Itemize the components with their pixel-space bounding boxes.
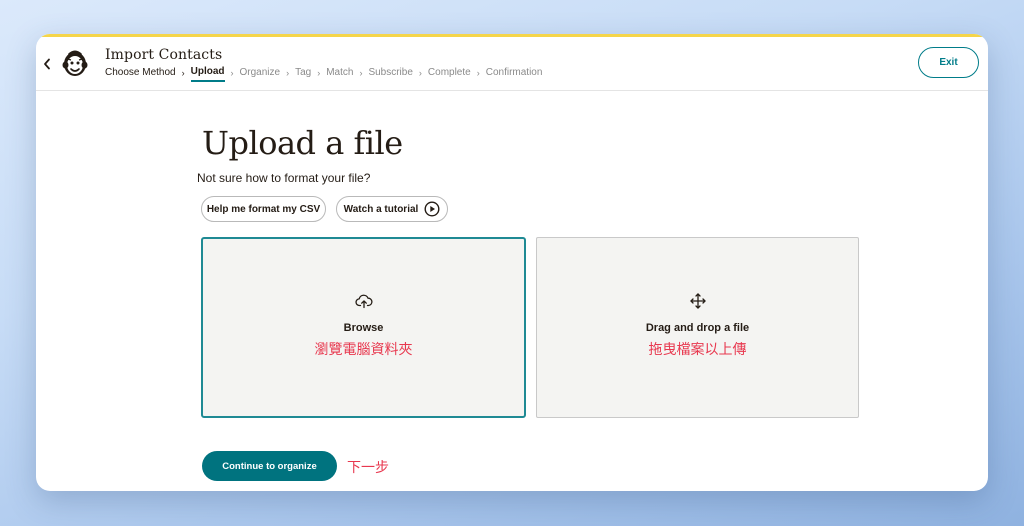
chevron-right-icon: › bbox=[230, 67, 234, 78]
browse-file-card[interactable]: Browse 瀏覽電腦資料夾 bbox=[201, 237, 526, 418]
cloud-upload-icon bbox=[354, 294, 373, 309]
page-header: Import Contacts Choose Method › Upload ›… bbox=[36, 37, 988, 91]
step-upload[interactable]: Upload bbox=[190, 66, 225, 82]
step-tag: Tag bbox=[295, 67, 312, 78]
chevron-right-icon: › bbox=[286, 67, 290, 78]
help-format-csv-label: Help me format my CSV bbox=[206, 203, 321, 215]
watch-tutorial-label: Watch a tutorial bbox=[343, 203, 419, 215]
continue-to-organize-button[interactable]: Continue to organize bbox=[202, 451, 337, 481]
chevron-left-icon bbox=[44, 58, 50, 70]
back-button[interactable] bbox=[38, 53, 56, 75]
breadcrumb: Choose Method › Upload › Organize › Tag … bbox=[105, 66, 542, 82]
chevron-right-icon: › bbox=[476, 67, 480, 78]
page-title: Import Contacts bbox=[105, 47, 223, 63]
chevron-right-icon: › bbox=[359, 67, 363, 78]
play-circle-icon bbox=[424, 201, 440, 217]
drag-drop-annotation: 拖曳檔案以上傳 bbox=[648, 342, 747, 358]
chevron-right-icon: › bbox=[181, 67, 185, 78]
step-match: Match bbox=[326, 67, 354, 78]
step-complete: Complete bbox=[427, 67, 471, 78]
step-choose-method[interactable]: Choose Method bbox=[105, 67, 176, 81]
import-window: Import Contacts Choose Method › Upload ›… bbox=[36, 34, 988, 491]
format-help-text: Not sure how to format your file? bbox=[197, 171, 371, 185]
chevron-right-icon: › bbox=[418, 67, 422, 78]
drag-drop-label: Drag and drop a file bbox=[645, 322, 750, 334]
step-organize: Organize bbox=[239, 67, 281, 78]
browse-label: Browse bbox=[343, 322, 384, 334]
browse-annotation: 瀏覽電腦資料夾 bbox=[314, 342, 413, 358]
step-confirmation: Confirmation bbox=[485, 67, 543, 78]
help-format-csv-button[interactable]: Help me format my CSV bbox=[201, 196, 326, 222]
continue-annotation: 下一步 bbox=[347, 460, 389, 476]
watch-tutorial-button[interactable]: Watch a tutorial bbox=[336, 196, 448, 222]
drag-drop-card[interactable]: Drag and drop a file 拖曳檔案以上傳 bbox=[536, 237, 859, 418]
exit-button[interactable]: Exit bbox=[918, 47, 979, 78]
chevron-right-icon: › bbox=[317, 67, 321, 78]
step-subscribe: Subscribe bbox=[368, 67, 413, 78]
mailchimp-logo[interactable] bbox=[60, 47, 90, 79]
upload-heading: Upload a file bbox=[202, 124, 403, 162]
move-arrows-icon bbox=[689, 293, 706, 309]
